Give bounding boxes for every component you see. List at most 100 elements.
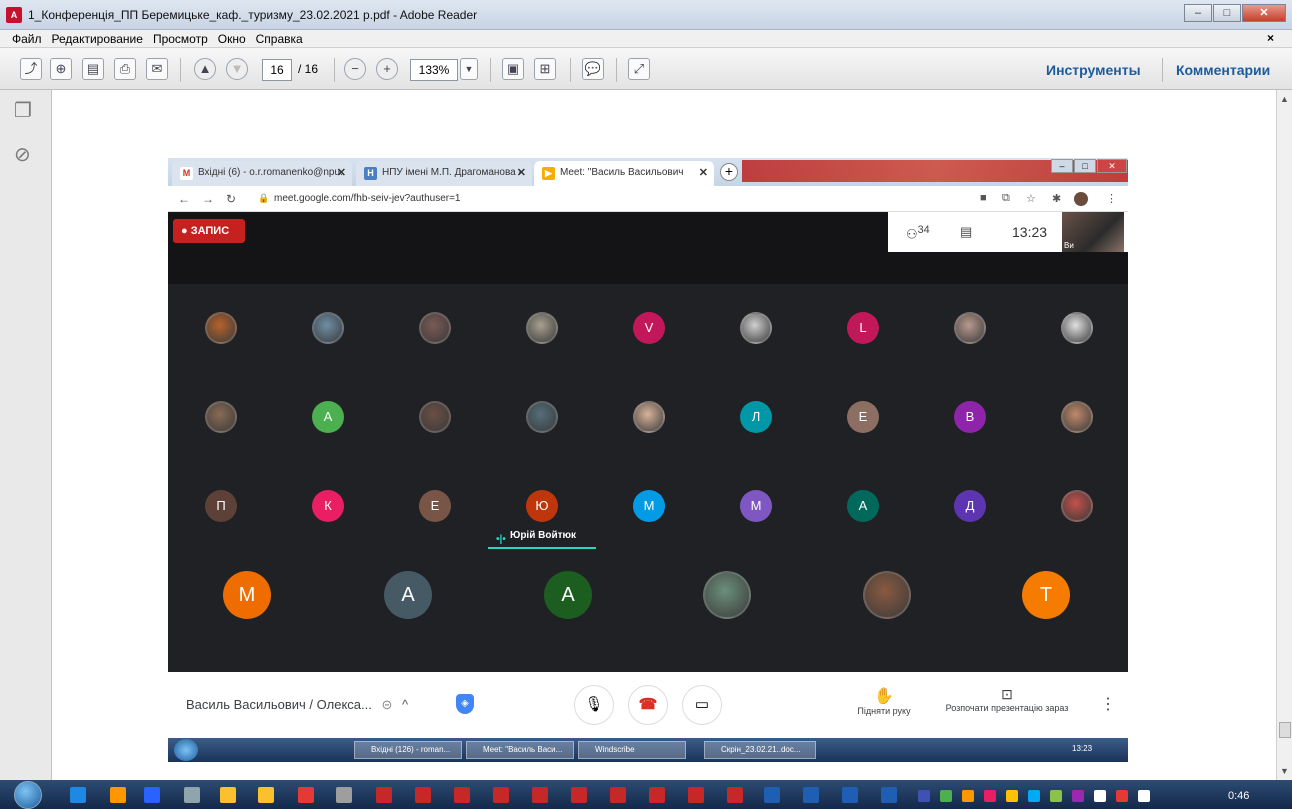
browser-maximize-button[interactable]: □ [1074,159,1096,173]
pdf-icon[interactable] [493,787,509,803]
microphone-button[interactable]: 🎙 [574,685,614,725]
pdf-icon[interactable] [649,787,665,803]
next-page-icon[interactable]: ▼ [226,58,248,80]
tray-icon[interactable] [1138,790,1150,802]
zoom-in-icon[interactable]: + [376,58,398,80]
pdf-icon[interactable] [571,787,587,803]
close-button[interactable]: ✕ [1242,4,1286,22]
app-icon[interactable] [144,787,160,803]
email-icon[interactable]: ✉ [146,58,168,80]
ie-icon[interactable] [70,787,86,803]
word-icon[interactable] [764,787,780,803]
camera-icon[interactable]: ■ [980,192,987,204]
pdf-icon[interactable] [727,787,743,803]
zoom-level-input[interactable]: 133% [410,59,458,81]
chevron-up-icon[interactable]: ^ [402,697,408,712]
tray-icon[interactable] [918,790,930,802]
tray-icon[interactable] [984,790,996,802]
start-button[interactable] [14,781,42,809]
tray-icon[interactable] [1006,790,1018,802]
scroll-up-icon[interactable]: ▲ [1280,94,1289,104]
page-number-input[interactable]: 16 [262,59,292,81]
print-icon[interactable]: ⎙ [114,58,136,80]
browser-minimize-button[interactable]: – [1051,159,1073,173]
leave-call-button[interactable]: ☎ [628,685,668,725]
more-options-icon[interactable]: ⋮ [1100,694,1116,714]
browser-menu-icon[interactable]: ⋮ [1106,192,1117,205]
pdf-icon[interactable] [688,787,704,803]
profile-avatar[interactable] [1074,192,1088,206]
zoom-out-icon[interactable]: − [344,58,366,80]
comments-button[interactable]: Комментарии [1176,62,1270,78]
attachments-icon[interactable]: ⊘ [14,142,36,166]
scroll-down-icon[interactable]: ▼ [1280,766,1289,776]
zoom-dropdown-icon[interactable]: ▼ [460,58,478,80]
pdf-icon[interactable] [415,787,431,803]
folder-icon[interactable] [220,787,236,803]
explorer-icon[interactable] [184,787,200,803]
tray-icon[interactable] [962,790,974,802]
close-tab-icon[interactable]: ✕ [699,166,708,179]
present-now-button[interactable]: ⊡ Розпочати презентацію зараз [934,686,1080,713]
tray-icon[interactable] [1116,790,1128,802]
tray-icon[interactable] [1050,790,1062,802]
tray-icon[interactable] [1072,790,1084,802]
menu-help[interactable]: Справка [256,32,303,46]
tab-gmail[interactable]: M Вхідні (6) - o.r.romanenko@npu. ✕ [172,161,352,186]
pdf-icon[interactable] [532,787,548,803]
fullscreen-icon[interactable]: ⤢ [628,58,650,80]
pdf-icon[interactable] [376,787,392,803]
menu-file[interactable]: Файл [12,32,42,46]
vertical-scrollbar[interactable]: ▲ ▼ [1276,90,1292,780]
close-tab-icon[interactable]: ✕ [337,166,346,179]
word-icon[interactable] [881,787,897,803]
save-icon[interactable]: ▤ [82,58,104,80]
folder-icon[interactable] [258,787,274,803]
raise-hand-button[interactable]: ✋ Підняти руку [846,686,922,716]
participants-icon[interactable]: ⚇34 [906,224,930,242]
tools-button[interactable]: Инструменты [1046,62,1141,78]
menu-view[interactable]: Просмотр [153,32,208,46]
meeting-details-icon[interactable]: ⊝ [381,697,392,712]
close-document-button[interactable]: × [1267,31,1274,45]
fit-width-icon[interactable]: ⊞ [534,58,556,80]
chrome-icon[interactable] [298,787,314,803]
word-icon[interactable] [842,787,858,803]
pages-thumbnail-icon[interactable]: ❐ [14,98,36,122]
forward-icon[interactable]: → [202,192,214,206]
browser-close-button[interactable]: ✕ [1097,159,1127,173]
pdf-icon[interactable] [454,787,470,803]
reload-icon[interactable]: ↻ [226,192,236,206]
tab-npu[interactable]: Н НПУ імені М.П. Драгоманова - ✕ [356,161,532,186]
tray-icon[interactable] [940,790,952,802]
tray-icon[interactable] [1028,790,1040,802]
prev-page-icon[interactable]: ▲ [194,58,216,80]
menu-window[interactable]: Окно [218,32,246,46]
open-icon[interactable]: ⤴ [20,58,42,80]
word-icon[interactable] [803,787,819,803]
pdf-icon[interactable] [610,787,626,803]
scroll-thumb[interactable] [1279,722,1291,738]
back-icon[interactable]: ← [178,192,190,206]
minimize-button[interactable]: – [1184,4,1212,22]
chat-icon[interactable]: ▤ [960,224,972,240]
maximize-button[interactable]: □ [1213,4,1241,22]
close-tab-icon[interactable]: ✕ [517,166,526,179]
create-pdf-icon[interactable]: ⊕ [50,58,72,80]
url-field[interactable]: meet.google.com/fhb-seiv-jev?authuser=1 [274,193,461,204]
tab-meet[interactable]: ▶ Meet: "Василь Васильович ✕ [534,161,714,186]
tray-icon[interactable] [1094,790,1106,802]
extension-icon[interactable]: ⧉ [1002,192,1010,205]
camera-button[interactable]: ▭ [682,685,722,725]
new-tab-button[interactable]: + [720,163,738,181]
firefox-icon[interactable] [110,787,126,803]
self-view-thumbnail[interactable]: Ви [1062,212,1124,252]
fit-page-icon[interactable]: ▣ [502,58,524,80]
app-icon[interactable] [336,787,352,803]
bookmark-star-icon[interactable]: ☆ [1026,192,1036,205]
security-shield-icon[interactable]: ◈ [456,694,474,714]
menu-edit[interactable]: Редактирование [52,32,143,46]
comment-icon[interactable]: 💬 [582,58,604,80]
recording-badge: ● ЗАПИС [173,219,245,243]
puzzle-icon[interactable]: ✱ [1052,192,1061,205]
